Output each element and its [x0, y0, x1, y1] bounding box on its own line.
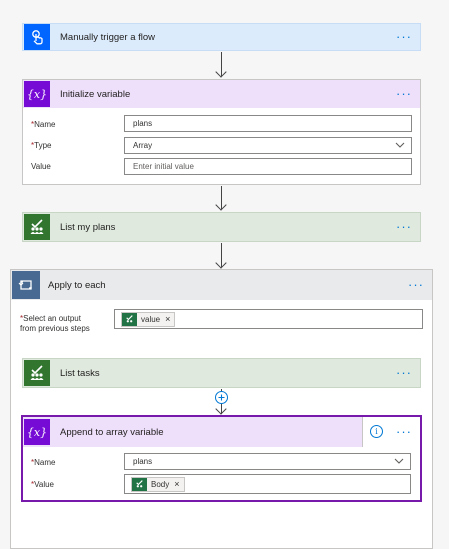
name-value: plans — [133, 119, 153, 128]
planner-icon — [24, 214, 50, 240]
apply-to-each-more-icon[interactable]: ··· — [408, 277, 424, 292]
type-dropdown[interactable]: Array — [124, 137, 412, 154]
connector-arrowhead — [215, 66, 227, 78]
list-tasks-title: List tasks — [60, 367, 100, 379]
remove-token-icon[interactable]: × — [165, 312, 170, 327]
variable-icon: {x} — [24, 81, 50, 107]
value-token[interactable]: value × — [121, 312, 176, 327]
planner-icon — [122, 313, 137, 326]
select-output-label: *Select an output from previous steps — [20, 314, 90, 333]
apply-to-each-title: Apply to each — [48, 279, 106, 291]
append-to-array-more-icon[interactable]: ··· — [396, 424, 412, 439]
append-to-array-title: Append to array variable — [60, 426, 164, 438]
touch-icon — [24, 24, 50, 50]
value-token-label: value — [141, 315, 161, 324]
initialize-variable-header[interactable]: {x} Initialize variable ··· — [23, 80, 420, 108]
body-token-label: Body — [151, 480, 170, 489]
name-label: *Name — [31, 120, 56, 129]
chevron-down-icon — [394, 458, 404, 464]
trigger-more-icon[interactable]: ··· — [396, 29, 412, 44]
planner-icon — [132, 478, 147, 491]
value-placeholder: Enter initial value — [133, 162, 194, 171]
add-step-icon[interactable] — [215, 391, 228, 404]
chevron-down-icon — [395, 142, 405, 148]
append-name-value: plans — [133, 457, 153, 466]
list-my-plans-more-icon[interactable]: ··· — [396, 219, 412, 234]
body-token[interactable]: Body × — [131, 477, 185, 492]
apply-to-each-header[interactable]: Apply to each ··· — [11, 270, 432, 300]
initialize-variable-card: {x} Initialize variable ··· *Name plans … — [22, 79, 421, 185]
list-tasks-card[interactable]: List tasks ··· — [22, 358, 421, 388]
append-value-label: *Value — [31, 480, 54, 489]
list-my-plans-title: List my plans — [60, 221, 116, 233]
type-value: Array — [133, 141, 153, 150]
loop-icon — [12, 271, 40, 299]
append-value-field[interactable]: Body × — [124, 474, 411, 494]
initialize-variable-more-icon[interactable]: ··· — [396, 86, 412, 101]
remove-token-icon[interactable]: × — [174, 477, 179, 492]
list-my-plans-card[interactable]: List my plans ··· — [22, 212, 421, 242]
value-label: Value — [31, 162, 51, 171]
value-field[interactable]: Enter initial value — [124, 158, 412, 175]
name-field[interactable]: plans — [124, 115, 412, 132]
connector-arrowhead — [215, 199, 227, 211]
list-tasks-more-icon[interactable]: ··· — [396, 365, 412, 380]
select-output-field[interactable]: value × — [114, 309, 423, 329]
append-to-array-card: {x} Append to array variable i ··· *Name… — [21, 415, 422, 502]
trigger-title: Manually trigger a flow — [60, 31, 156, 43]
append-name-dropdown[interactable]: plans — [124, 453, 411, 470]
initialize-variable-title: Initialize variable — [60, 88, 131, 100]
trigger-card[interactable]: Manually trigger a flow ··· — [22, 23, 421, 51]
append-to-array-header[interactable]: {x} Append to array variable — [23, 417, 363, 447]
type-label: *Type — [31, 141, 52, 150]
info-icon[interactable]: i — [370, 425, 383, 438]
variable-icon: {x} — [24, 419, 50, 445]
planner-icon — [24, 360, 50, 386]
connector-arrowhead — [215, 257, 227, 269]
append-name-label: *Name — [31, 458, 56, 467]
